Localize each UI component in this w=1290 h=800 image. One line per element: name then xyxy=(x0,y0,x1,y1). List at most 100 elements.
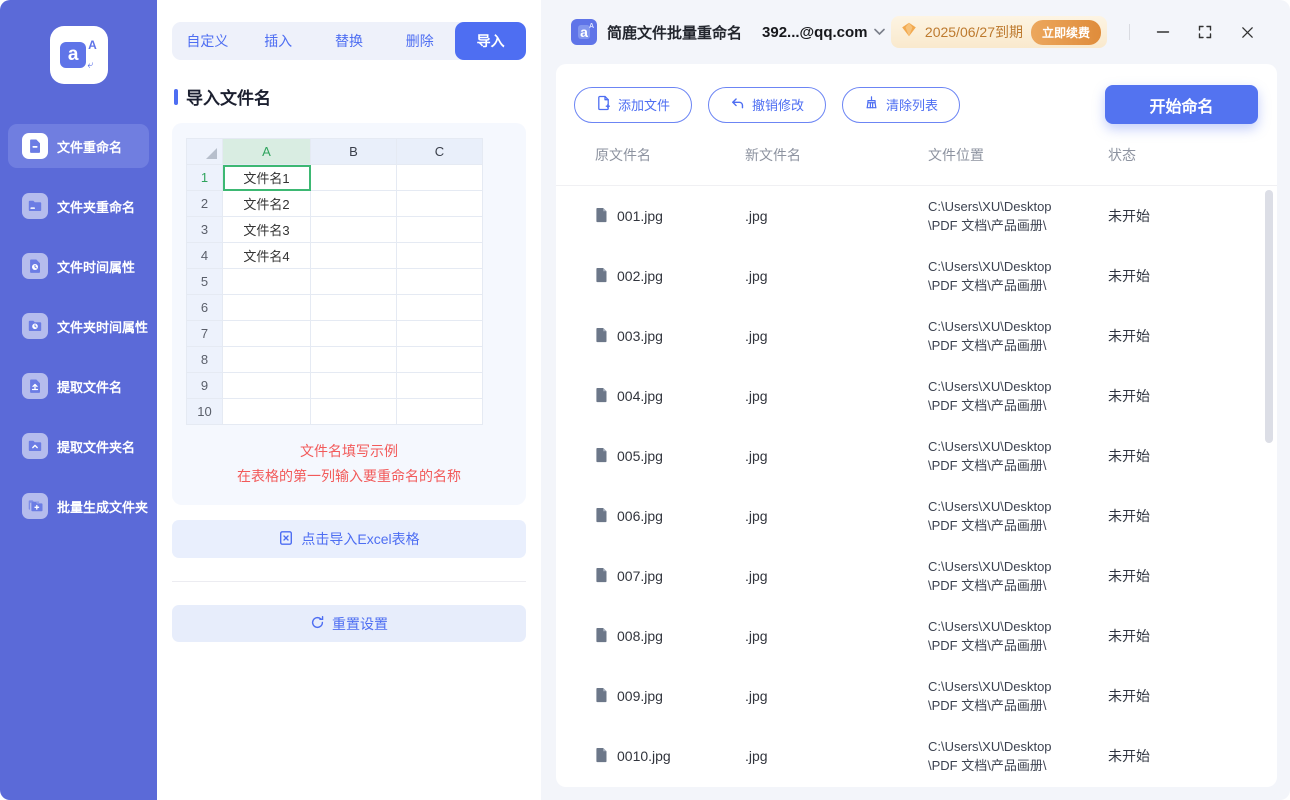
table-row[interactable]: 007.jpg .jpg C:\Users\XU\Desktop \PDF 文档\产品… xyxy=(556,546,1277,606)
sidebar-item-folder-rename[interactable]: 文件夹重命名 xyxy=(8,184,149,228)
sheet-cell-c6[interactable] xyxy=(396,294,483,321)
sheet-cell-c9[interactable] xyxy=(396,372,483,399)
sheet-cell-a5[interactable] xyxy=(222,268,311,295)
sheet-select-all-cell[interactable] xyxy=(186,138,223,165)
sheet-cell-b6[interactable] xyxy=(310,294,397,321)
sheet-row-number[interactable]: 7 xyxy=(186,320,223,347)
sheet-column-header-c[interactable]: C xyxy=(396,138,483,165)
clear-list-button[interactable]: 清除列表 xyxy=(842,86,961,123)
sidebar-nav: 文件重命名文件夹重命名 文件时间属性 文件夹时间属性 提取文件名提取文件夹名 批量生成文… xyxy=(0,124,157,528)
sheet-cell-a6[interactable] xyxy=(222,294,311,321)
table-row[interactable]: 009.jpg .jpg C:\Users\XU\Desktop \PDF 文档\产品… xyxy=(556,666,1277,726)
excel-file-icon xyxy=(278,530,294,549)
renew-button[interactable]: 立即续费 xyxy=(1030,19,1101,45)
app-title-icon: a A xyxy=(571,19,597,45)
tab-delete[interactable]: 删除 xyxy=(384,22,455,60)
sheet-cell-c2[interactable] xyxy=(396,190,483,217)
undo-changes-label: 撤销修改 xyxy=(752,98,805,113)
sheet-cell-b4[interactable] xyxy=(310,242,397,269)
table-row[interactable]: 0010.jpg .jpg C:\Users\XU\Desktop \PDF 文档\产… xyxy=(556,726,1277,786)
file-table-body: 001.jpg .jpg C:\Users\XU\Desktop \PDF 文档\产品… xyxy=(556,186,1277,786)
new-filename-cell: .jpg xyxy=(745,568,768,584)
table-row[interactable]: 003.jpg .jpg C:\Users\XU\Desktop \PDF 文档\产品… xyxy=(556,306,1277,366)
reset-settings-button[interactable]: 重置设置 xyxy=(172,605,526,642)
sheet-column-header-a[interactable]: A xyxy=(222,138,311,165)
sheet-cell-c5[interactable] xyxy=(396,268,483,295)
import-excel-button[interactable]: 点击导入Excel表格 xyxy=(172,520,526,558)
sheet-cell-b8[interactable] xyxy=(310,346,397,373)
sidebar-item-folder-time[interactable]: 文件夹时间属性 xyxy=(8,304,149,348)
tab-replace[interactable]: 替换 xyxy=(314,22,385,60)
close-icon[interactable] xyxy=(1232,17,1262,47)
status-cell: 未开始 xyxy=(1108,448,1150,464)
sheet-cell-b10[interactable] xyxy=(310,398,397,425)
folder-plus-icon xyxy=(22,493,48,519)
app-title: 简鹿文件批量重命名 xyxy=(607,24,743,42)
original-filename-cell: 002.jpg xyxy=(595,267,745,286)
sheet-cell-a9[interactable] xyxy=(222,372,311,399)
tab-insert[interactable]: 插入 xyxy=(243,22,314,60)
sheet-cell-a2[interactable]: 文件名2 xyxy=(222,190,311,217)
sheet-cell-a8[interactable] xyxy=(222,346,311,373)
sheet-cell-c4[interactable] xyxy=(396,242,483,269)
path-line-1: C:\Users\XU\Desktop xyxy=(928,379,1052,394)
sheet-cell-c8[interactable] xyxy=(396,346,483,373)
sheet-cell-c1[interactable] xyxy=(396,164,483,191)
new-filename-cell: .jpg xyxy=(745,748,768,764)
maximize-button[interactable] xyxy=(1190,17,1220,47)
table-row[interactable]: 006.jpg .jpg C:\Users\XU\Desktop \PDF 文档\产品… xyxy=(556,486,1277,546)
sheet-cell-b7[interactable] xyxy=(310,320,397,347)
vip-gem-icon xyxy=(901,22,917,42)
sheet-row-number[interactable]: 6 xyxy=(186,294,223,321)
file-icon xyxy=(595,207,608,226)
sheet-cell-a1[interactable]: 文件名1 xyxy=(222,164,311,191)
sheet-row-number[interactable]: 4 xyxy=(186,242,223,269)
table-row[interactable]: 005.jpg .jpg C:\Users\XU\Desktop \PDF 文档\产品… xyxy=(556,426,1277,486)
sheet-cell-a7[interactable] xyxy=(222,320,311,347)
original-filename: 003.jpg xyxy=(617,328,663,344)
sheet-row-number[interactable]: 8 xyxy=(186,346,223,373)
sheet-cell-c7[interactable] xyxy=(396,320,483,347)
sheet-row-number[interactable]: 9 xyxy=(186,372,223,399)
sheet-column-header-b[interactable]: B xyxy=(310,138,397,165)
file-icon xyxy=(595,447,608,466)
sheet-cell-b9[interactable] xyxy=(310,372,397,399)
new-filename-cell: .jpg xyxy=(745,628,768,644)
sheet-cell-b2[interactable] xyxy=(310,190,397,217)
path-line-1: C:\Users\XU\Desktop xyxy=(928,439,1052,454)
table-row[interactable]: 004.jpg .jpg C:\Users\XU\Desktop \PDF 文档\产品… xyxy=(556,366,1277,426)
sheet-cell-a4[interactable]: 文件名4 xyxy=(222,242,311,269)
tab-custom[interactable]: 自定义 xyxy=(172,22,243,60)
add-files-button[interactable]: 添加文件 xyxy=(574,86,693,123)
sidebar-item-file-time[interactable]: 文件时间属性 xyxy=(8,244,149,288)
sidebar-item-extract-foldername[interactable]: 提取文件夹名 xyxy=(8,424,149,468)
sheet-row-number[interactable]: 2 xyxy=(186,190,223,217)
sidebar-item-file-rename[interactable]: 文件重命名 xyxy=(8,124,149,168)
sheet-row-number[interactable]: 1 xyxy=(186,164,223,191)
sidebar-item-batch-create-folder[interactable]: 批量生成文件夹 xyxy=(8,484,149,528)
table-row[interactable]: 001.jpg .jpg C:\Users\XU\Desktop \PDF 文档\产品… xyxy=(556,186,1277,246)
tab-import[interactable]: 导入 xyxy=(455,22,526,60)
sheet-cell-b3[interactable] xyxy=(310,216,397,243)
hint-line-1: 文件名填写示例 xyxy=(300,443,398,459)
sheet-cell-b1[interactable] xyxy=(310,164,397,191)
account-menu[interactable]: 392...@qq.com xyxy=(762,23,885,41)
sheet-cell-c10[interactable] xyxy=(396,398,483,425)
sheet-cell-a10[interactable] xyxy=(222,398,311,425)
sheet-cell-a3[interactable]: 文件名3 xyxy=(222,216,311,243)
scrollbar[interactable] xyxy=(1265,190,1273,443)
undo-changes-button[interactable]: 撤销修改 xyxy=(708,86,827,123)
start-rename-button[interactable]: 开始命名 xyxy=(1105,85,1258,124)
sheet-row-number[interactable]: 3 xyxy=(186,216,223,243)
sidebar-item-extract-filename[interactable]: 提取文件名 xyxy=(8,364,149,408)
table-row[interactable]: 002.jpg .jpg C:\Users\XU\Desktop \PDF 文档\产品… xyxy=(556,246,1277,306)
minimize-button[interactable] xyxy=(1148,17,1178,47)
table-row[interactable]: 008.jpg .jpg C:\Users\XU\Desktop \PDF 文档\产品… xyxy=(556,606,1277,666)
sheet-cell-c3[interactable] xyxy=(396,216,483,243)
vip-status-pill[interactable]: 2025/06/27到期 立即续费 xyxy=(890,16,1107,48)
sheet-row-number[interactable]: 10 xyxy=(186,398,223,425)
sheet-row-number[interactable]: 5 xyxy=(186,268,223,295)
sheet-cell-b5[interactable] xyxy=(310,268,397,295)
excel-preview-table[interactable]: A B C 1 文件名1 2 文件名2 3 文件名3 4 文件名4 5 6 7 8 9 10 xyxy=(186,138,483,425)
path-line-1: C:\Users\XU\Desktop xyxy=(928,319,1052,334)
